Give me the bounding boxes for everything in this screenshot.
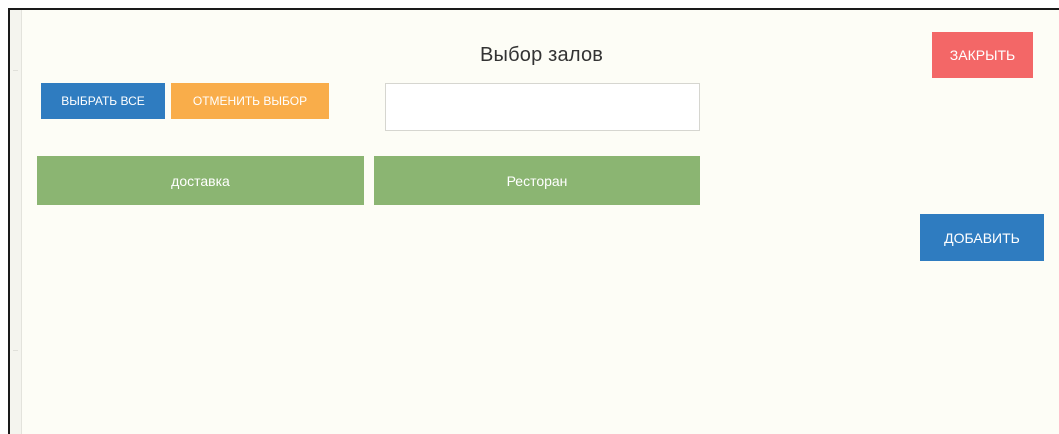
strip-mark	[13, 70, 18, 71]
left-scroll-strip	[10, 10, 22, 434]
select-all-button[interactable]: ВЫБРАТЬ ВСЕ	[41, 83, 165, 119]
search-input[interactable]	[385, 83, 700, 131]
hall-item-label: Ресторан	[506, 172, 568, 189]
close-button[interactable]: ЗАКРЫТЬ	[932, 32, 1033, 78]
add-button[interactable]: ДОБАВИТЬ	[920, 214, 1044, 261]
dialog-title: Выбор залов	[480, 44, 604, 66]
strip-mark	[13, 350, 18, 351]
hall-item-label: доставка	[171, 172, 230, 189]
hall-item-restaurant[interactable]: Ресторан	[374, 156, 700, 205]
cancel-selection-button[interactable]: ОТМЕНИТЬ ВЫБОР	[171, 83, 329, 119]
hall-item-delivery[interactable]: доставка	[37, 156, 364, 205]
hall-selection-dialog: Выбор залов ЗАКРЫТЬ ВЫБРАТЬ ВСЕ ОТМЕНИТЬ…	[8, 8, 1059, 434]
